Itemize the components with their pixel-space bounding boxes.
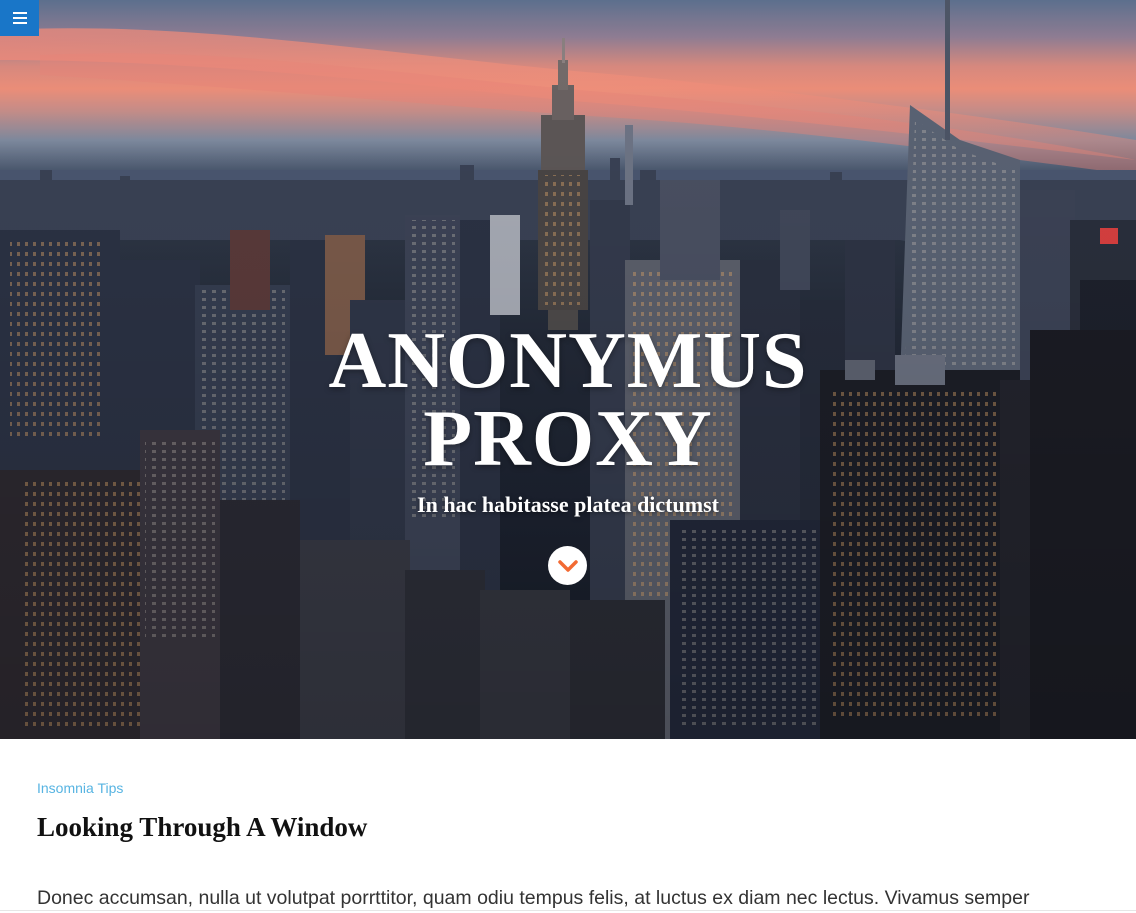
hero-banner: ANONYMUS PROXY In hac habitasse platea d… xyxy=(0,0,1136,739)
article-title[interactable]: Looking Through A Window xyxy=(37,812,367,843)
divider xyxy=(0,910,1136,911)
site-tagline: In hac habitasse platea dictumst xyxy=(417,492,719,517)
site-title-line-2: PROXY xyxy=(423,395,713,483)
chevron-down-icon xyxy=(557,559,578,572)
page: ANONYMUS PROXY In hac habitasse platea d… xyxy=(0,0,1136,913)
article-excerpt: Donec accumsan, nulla ut volutpat porrtt… xyxy=(37,887,1030,909)
site-title-line-1: ANONYMUS xyxy=(328,317,808,405)
category-link[interactable]: Insomnia Tips xyxy=(37,780,123,796)
hamburger-menu-icon xyxy=(12,12,27,24)
menu-button[interactable] xyxy=(0,0,39,36)
scroll-down-button[interactable] xyxy=(548,546,587,585)
site-title: ANONYMUS PROXY xyxy=(0,317,1136,483)
